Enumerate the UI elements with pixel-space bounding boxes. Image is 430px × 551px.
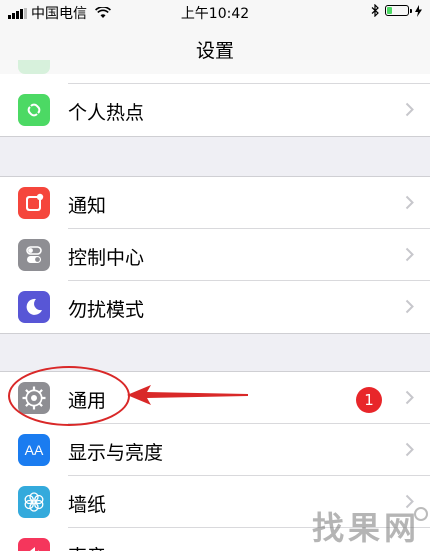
control-center-label: 控制中心: [68, 247, 145, 269]
highlight-ellipse: [8, 366, 130, 426]
notification-icon: [18, 187, 50, 219]
status-time: 上午10:42: [180, 6, 250, 22]
settings-row-control-center[interactable]: 控制中心: [0, 229, 430, 281]
status-bar: 中国电信 上午10:42: [0, 0, 430, 24]
chevron-right-icon: [405, 442, 414, 457]
settings-row-notifications[interactable]: 通知: [0, 177, 430, 229]
watermark: 找果网: [311, 509, 420, 547]
hotspot-icon: [18, 94, 50, 126]
settings-row-display[interactable]: AA 显示与亮度: [0, 424, 430, 476]
settings-row-hotspot[interactable]: 个人热点: [0, 84, 430, 136]
battery-icon: [385, 5, 412, 16]
sound-label: 声音: [68, 542, 106, 551]
chevron-right-icon: [405, 390, 414, 405]
page-title-overlay: 设置: [195, 40, 234, 62]
watermark-icon: [414, 507, 428, 521]
chevron-right-icon: [405, 195, 414, 210]
wallpaper-label: 墙纸: [68, 494, 107, 516]
display-icon-text: AA: [24, 442, 44, 458]
notifications-label: 通知: [68, 195, 107, 217]
section-divider: [0, 333, 430, 334]
bluetooth-icon: [371, 4, 379, 17]
control-center-icon: [18, 239, 50, 271]
status-right: [371, 4, 422, 17]
charging-icon: [415, 4, 422, 17]
wallpaper-icon: [18, 486, 50, 518]
red-arrow-annotation: [127, 385, 248, 405]
hotspot-label: 个人热点: [68, 102, 145, 124]
display-icon: AA: [18, 434, 50, 466]
notification-badge: 1: [356, 387, 382, 413]
moon-icon: [18, 291, 50, 323]
do-not-disturb-label: 勿扰模式: [68, 299, 145, 321]
chevron-right-icon: [405, 102, 414, 117]
sound-icon: [18, 538, 50, 551]
settings-row-do-not-disturb[interactable]: 勿扰模式: [0, 281, 430, 333]
chevron-right-icon: [405, 299, 414, 314]
chevron-right-icon: [405, 247, 414, 262]
battery-fill: [387, 7, 392, 14]
section-divider: [0, 136, 430, 137]
display-label: 显示与亮度: [68, 442, 164, 464]
